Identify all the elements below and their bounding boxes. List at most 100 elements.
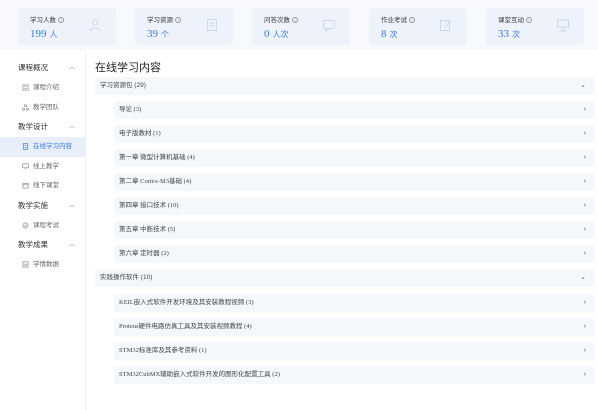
stat-value: 39: [147, 28, 158, 40]
chevron-up-icon: ︿: [68, 124, 75, 130]
chevron-down-icon: ⌄: [580, 82, 586, 89]
chevron-right-icon: ›: [583, 226, 586, 233]
stat-unit: 人: [49, 30, 58, 39]
stat-unit: 次: [389, 30, 398, 39]
list-item-label: Proteus硬件电路仿真工具及其安装视频教程 (4): [119, 323, 252, 330]
stat-unit: 人次: [272, 30, 289, 39]
list-item-label: 导论 (3): [119, 106, 142, 113]
sidebar-item-learning-data[interactable]: 学情数据: [0, 255, 85, 275]
section-label: 学习资源包 (29): [100, 82, 146, 89]
stat-label: 学习资源: [147, 17, 173, 24]
list-item[interactable]: 第五章 中断技术 (5) ›: [114, 221, 594, 239]
stat-card-resources: 学习资源 i 39 个: [135, 8, 233, 45]
chevron-up-icon: ︿: [68, 202, 75, 209]
sidebar-group-label: 教学实施: [18, 200, 48, 210]
info-icon[interactable]: i: [526, 17, 532, 23]
sidebar-item-label: 教学团队: [33, 103, 59, 111]
chevron-right-icon: ›: [583, 250, 586, 257]
stat-value: 8: [381, 28, 387, 40]
sidebar-item-label: 课程介绍: [33, 84, 59, 91]
list-item[interactable]: 导论 (3) ›: [114, 101, 594, 119]
sidebar-item-offline-class[interactable]: 线下课堂: [0, 176, 85, 196]
chevron-right-icon: ›: [583, 154, 586, 161]
list-item[interactable]: 第一章 微型计算机基础 (4) ›: [114, 149, 594, 167]
stat-value: 0: [264, 28, 270, 40]
stat-card-assignments: 作业考试 i 8次: [369, 8, 467, 45]
stat-card-interactions: 课堂互动 i 33 次: [486, 8, 584, 45]
chevron-right-icon: ›: [583, 106, 586, 113]
chevron-right-icon: ›: [583, 130, 586, 137]
sidebar-item-online-content[interactable]: 在线学习内容: [0, 137, 85, 157]
list-item-label: 电子版教材 (1): [119, 130, 161, 137]
sidebar: 课程概况 ︿ 课程介绍 教学团队 教学设计 ︿ 在线学习内容 线上教学 线下课堂 教…: [0, 52, 86, 410]
stat-label: 作业考试: [381, 17, 407, 24]
sidebar-group-label: 课程概况: [18, 63, 48, 72]
team-icon: [22, 103, 29, 111]
sidebar-group-design[interactable]: 教学设计 ︿: [0, 117, 85, 137]
file-icon: [22, 143, 29, 150]
edit-icon: [440, 20, 452, 31]
page-title: 在线学习内容: [95, 62, 161, 74]
exam-icon: [22, 222, 29, 228]
stat-label: 学习人数: [30, 17, 56, 24]
list-item-label: 第六章 定时器 (2): [119, 250, 169, 257]
list-item[interactable]: 第二章 Cortex-M3基础 (4) ›: [114, 173, 594, 191]
sidebar-item-exam[interactable]: 课程考试: [0, 216, 85, 236]
stat-unit: 个: [161, 30, 169, 39]
list-item-label: 第四章 接口技术 (10): [119, 202, 179, 209]
list-item-label: 第二章 Cortex-M3基础 (4): [119, 178, 192, 185]
list-item[interactable]: 电子版教材 (1) ›: [114, 125, 594, 143]
stat-card-learners: 学习人数 i 199 人: [18, 8, 116, 45]
chevron-right-icon: ›: [583, 347, 586, 354]
sidebar-group-results[interactable]: 教学成果 ︿: [0, 235, 85, 255]
sidebar-item-label: 在线学习内容: [33, 143, 72, 150]
info-icon[interactable]: i: [58, 17, 64, 23]
data-icon: [22, 261, 29, 268]
info-icon[interactable]: i: [292, 17, 298, 23]
screen-icon: [22, 163, 29, 169]
section-label: 实践操作软件 (10): [100, 274, 153, 281]
chat-icon: [323, 20, 335, 32]
list-item-label: KEIL嵌入式软件开发环境及其安装教程视频 (3): [119, 299, 254, 306]
chevron-right-icon: ›: [583, 202, 586, 209]
chevron-right-icon: ›: [583, 371, 586, 378]
user-icon: [89, 19, 101, 32]
section-header-software[interactable]: 实践操作软件 (10) ⌄: [95, 269, 594, 287]
list-item[interactable]: 第六章 定时器 (2) ›: [114, 245, 594, 263]
chevron-right-icon: ›: [583, 323, 586, 330]
sidebar-item-course-intro[interactable]: 课程介绍: [0, 78, 85, 98]
chevron-up-icon: ︿: [68, 242, 75, 248]
chevron-right-icon: ›: [583, 299, 586, 306]
stat-value: 199: [30, 28, 47, 40]
list-item[interactable]: STM32CubMX辅助嵌入式软件开发的图形化配置工具 (2) ›: [114, 366, 594, 384]
chevron-right-icon: ›: [583, 178, 586, 185]
list-item[interactable]: STM32标准库及其参考资料 (1) ›: [114, 342, 594, 360]
chevron-down-icon: ⌄: [580, 274, 586, 281]
stats-bar: 学习人数 i 199 人 学习资源 i 39 个 问答次数 i 0 人次 作业考试 i 8次 …: [0, 0, 598, 50]
sidebar-item-label: 学情数据: [33, 261, 59, 268]
main-content: 在线学习内容 学习资源包 (29) ⌄ 导论 (3) › 电子版教材 (1) › 第…: [86, 52, 598, 410]
section-header-resources[interactable]: 学习资源包 (29) ⌄: [95, 77, 594, 95]
list-item[interactable]: KEIL嵌入式软件开发环境及其安装教程视频 (3) ›: [114, 294, 594, 312]
sidebar-item-team[interactable]: 教学团队: [0, 98, 85, 118]
presentation-icon: [557, 19, 569, 32]
sidebar-item-label: 线下课堂: [33, 182, 59, 189]
list-item[interactable]: Proteus硬件电路仿真工具及其安装视频教程 (4) ›: [114, 318, 594, 336]
sidebar-item-label: 课程考试: [33, 221, 59, 229]
stat-value: 33: [498, 28, 509, 40]
list-item[interactable]: 第四章 接口技术 (10) ›: [114, 197, 594, 215]
calendar-icon: [22, 182, 29, 189]
stat-label: 课堂互动: [498, 17, 524, 24]
info-icon[interactable]: i: [409, 17, 415, 23]
sidebar-group-implementation[interactable]: 教学实施 ︿: [0, 196, 85, 216]
stat-card-qa: 问答次数 i 0 人次: [252, 8, 350, 45]
chevron-up-icon: ︿: [68, 65, 75, 71]
info-icon[interactable]: i: [175, 17, 181, 23]
sidebar-group-label: 教学成果: [18, 240, 48, 249]
list-item-label: 第一章 微型计算机基础 (4): [119, 154, 195, 161]
list-item-label: STM32标准库及其参考资料 (1): [119, 347, 207, 354]
document-icon: [207, 19, 217, 31]
sidebar-item-label: 线上教学: [33, 162, 59, 170]
sidebar-group-overview[interactable]: 课程概况 ︿: [0, 58, 85, 78]
sidebar-item-online-teaching[interactable]: 线上教学: [0, 157, 85, 177]
